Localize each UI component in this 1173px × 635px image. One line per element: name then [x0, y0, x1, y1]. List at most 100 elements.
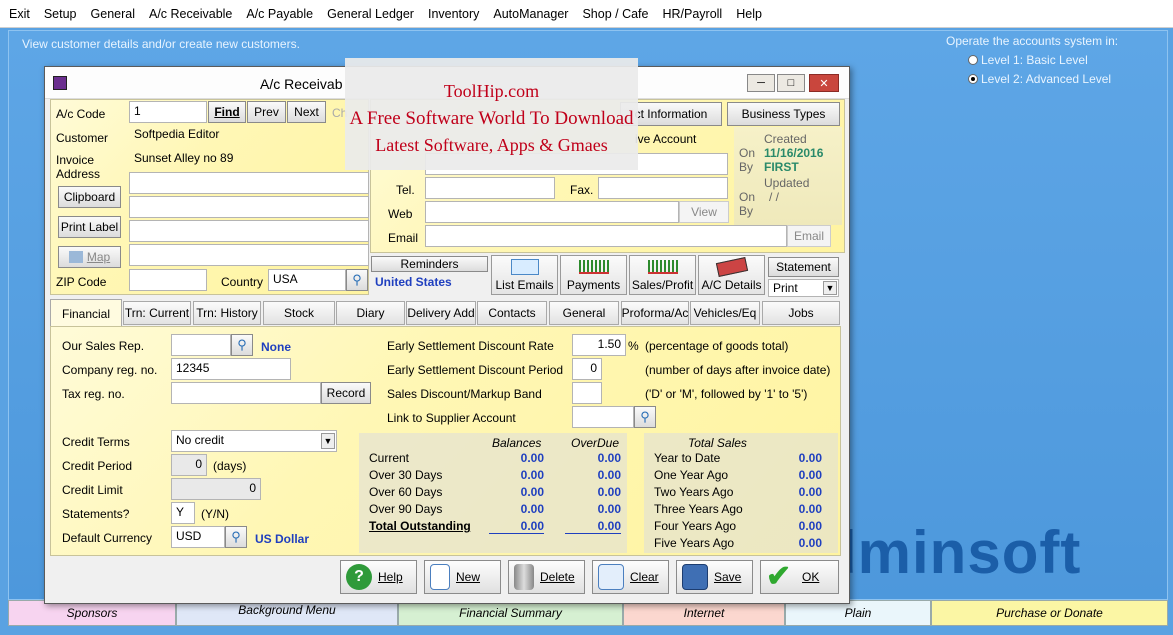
- esd-rate-input[interactable]: 1.50: [572, 334, 626, 356]
- updated-date: / /: [769, 190, 780, 204]
- tax-reg-input[interactable]: [171, 382, 321, 404]
- watermark-overlay: ToolHip.com A Free Software World To Dow…: [345, 58, 638, 170]
- record-button[interactable]: Record: [321, 382, 371, 404]
- new-document-icon: [430, 564, 450, 590]
- ac-code-input[interactable]: 1: [129, 101, 207, 123]
- statement-button[interactable]: Statement: [768, 257, 839, 277]
- web-input[interactable]: [425, 201, 679, 223]
- tab-trn-current[interactable]: Trn: Current: [123, 301, 191, 325]
- country-input[interactable]: USA: [268, 269, 346, 291]
- tab-contacts[interactable]: Contacts: [477, 301, 547, 325]
- menu-help[interactable]: Help: [729, 7, 769, 21]
- menu-ac-payable[interactable]: A/c Payable: [239, 7, 320, 21]
- default-currency-label: Default Currency: [62, 531, 153, 545]
- tab-general[interactable]: General: [549, 301, 619, 325]
- credit-limit-input[interactable]: 0: [171, 478, 261, 500]
- tab-purchase-donate[interactable]: Purchase or Donate: [931, 600, 1168, 626]
- total-outstanding-value: 0.00: [489, 519, 544, 534]
- supplier-input[interactable]: [572, 406, 634, 428]
- help-button[interactable]: ? Help: [340, 560, 417, 594]
- currency-input[interactable]: USD: [171, 526, 225, 548]
- menu-general-ledger[interactable]: General Ledger: [320, 7, 421, 21]
- ok-button[interactable]: ✔ OK: [760, 560, 839, 594]
- email-button[interactable]: Email: [787, 225, 831, 247]
- menu-hr-payroll[interactable]: HR/Payroll: [655, 7, 729, 21]
- band-input[interactable]: [572, 382, 602, 404]
- print-label-button[interactable]: Print Label: [58, 216, 121, 238]
- view-button[interactable]: View: [679, 201, 729, 223]
- save-button[interactable]: Save: [676, 560, 753, 594]
- fax-input[interactable]: [598, 177, 728, 199]
- overdue-row-value: 0.00: [597, 451, 621, 465]
- menu-shop-cafe[interactable]: Shop / Cafe: [575, 7, 655, 21]
- company-reg-input[interactable]: 12345: [171, 358, 291, 380]
- chevron-down-icon[interactable]: ▼: [823, 281, 837, 295]
- created-by-label: By: [739, 160, 754, 174]
- zip-input[interactable]: [129, 269, 207, 291]
- tab-trn-history[interactable]: Trn: History: [193, 301, 261, 325]
- minimize-button[interactable]: ─: [747, 74, 775, 92]
- sales-rep-input[interactable]: [171, 334, 231, 356]
- menu-general[interactable]: General: [84, 7, 142, 21]
- days-label: (days): [213, 459, 247, 473]
- tab-financial[interactable]: Financial: [50, 299, 122, 327]
- customer-input[interactable]: Softpedia Editor: [129, 124, 369, 146]
- statements-input[interactable]: Y: [171, 502, 195, 524]
- sales-rep-search-icon[interactable]: ⚲: [231, 334, 253, 356]
- menu-inventory[interactable]: Inventory: [421, 7, 486, 21]
- created-label: Created: [764, 132, 807, 146]
- chevron-down-icon[interactable]: ▼: [321, 433, 335, 449]
- customer-label: Customer: [56, 131, 109, 145]
- clear-button[interactable]: Clear: [592, 560, 669, 594]
- tab-delivery-add[interactable]: Delivery Add: [406, 301, 476, 325]
- level2-radio[interactable]: Level 2: Advanced Level: [968, 72, 1111, 86]
- country-search-icon[interactable]: ⚲: [346, 269, 368, 291]
- bar-chart-icon: [647, 260, 678, 274]
- delete-button[interactable]: Delete: [508, 560, 585, 594]
- menu-setup[interactable]: Setup: [37, 7, 84, 21]
- payments-button[interactable]: Payments: [560, 255, 627, 295]
- supplier-search-icon[interactable]: ⚲: [634, 406, 656, 428]
- credit-period-input[interactable]: 0: [171, 454, 207, 476]
- email-input[interactable]: [425, 225, 787, 247]
- address-line-5[interactable]: [129, 244, 369, 266]
- tel-input[interactable]: [425, 177, 555, 199]
- map-button[interactable]: Map: [58, 246, 121, 268]
- balance-row-value: 0.00: [520, 468, 544, 482]
- sales-profit-button[interactable]: Sales/Profit: [629, 255, 696, 295]
- menu-automanager[interactable]: AutoManager: [486, 7, 575, 21]
- address-line-4[interactable]: [129, 220, 369, 242]
- new-button[interactable]: New: [424, 560, 501, 594]
- clear-label: Clear: [630, 570, 659, 584]
- find-button[interactable]: Find: [208, 101, 246, 123]
- inactive-account-label[interactable]: ive Account: [635, 132, 696, 146]
- tab-vehicles[interactable]: Vehicles/Eq: [690, 301, 760, 325]
- country-name: United States: [375, 275, 452, 289]
- level1-radio[interactable]: Level 1: Basic Level: [968, 53, 1088, 67]
- address-line-1[interactable]: Sunset Alley no 89: [129, 148, 369, 170]
- address-line-3[interactable]: [129, 196, 369, 218]
- tab-diary[interactable]: Diary: [336, 301, 405, 325]
- address-line-2[interactable]: [129, 172, 369, 194]
- list-emails-button[interactable]: List Emails: [491, 255, 558, 295]
- tab-proforma[interactable]: Proforma/Ac: [621, 301, 689, 325]
- menu-ac-receivable[interactable]: A/c Receivable: [142, 7, 239, 21]
- currency-search-icon[interactable]: ⚲: [225, 526, 247, 548]
- clipboard-button[interactable]: Clipboard: [58, 186, 121, 208]
- maximize-button[interactable]: □: [777, 74, 805, 92]
- credit-terms-select[interactable]: No credit: [171, 430, 337, 452]
- menu-exit[interactable]: Exit: [2, 7, 37, 21]
- tab-jobs[interactable]: Jobs: [762, 301, 840, 325]
- prev-button[interactable]: Prev: [247, 101, 286, 123]
- radio-off-icon: [968, 55, 978, 65]
- ac-details-button[interactable]: A/C Details: [698, 255, 765, 295]
- tab-business-types[interactable]: Business Types: [727, 102, 840, 126]
- credit-limit-label: Credit Limit: [62, 483, 123, 497]
- esd-period-input[interactable]: 0: [572, 358, 602, 380]
- next-button[interactable]: Next: [287, 101, 326, 123]
- tab-stock[interactable]: Stock: [263, 301, 335, 325]
- payments-label: Payments: [566, 278, 621, 292]
- close-button[interactable]: ✕: [809, 74, 839, 92]
- save-label: Save: [714, 570, 742, 584]
- reminders-button[interactable]: Reminders: [371, 256, 488, 272]
